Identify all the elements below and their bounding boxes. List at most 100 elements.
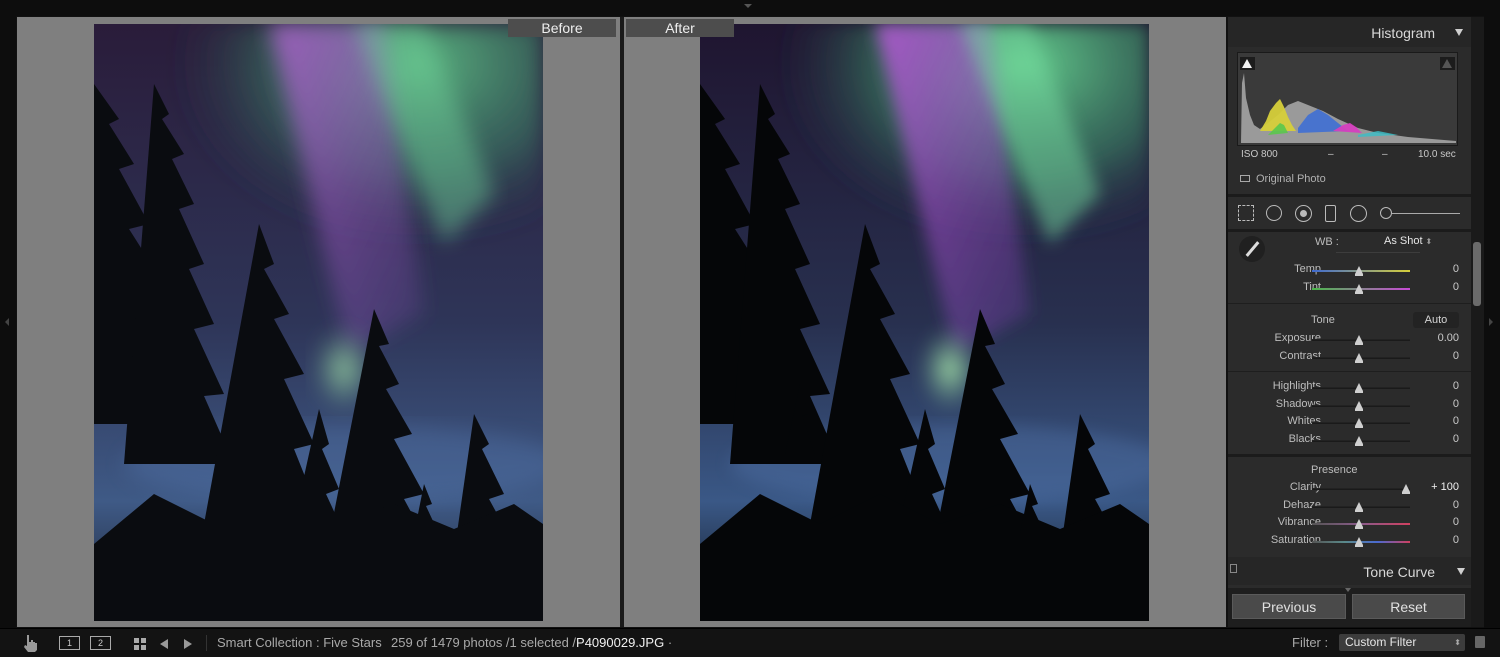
wb-label: WB : <box>1315 236 1339 248</box>
slider-value[interactable]: 0.00 <box>1438 332 1459 344</box>
aurora-photo-after <box>700 24 1149 621</box>
hand-pointer-icon[interactable] <box>22 634 38 652</box>
spot-removal-icon[interactable] <box>1266 205 1282 221</box>
tone-curve-title: Tone Curve <box>1363 564 1435 580</box>
graduated-filter-icon[interactable] <box>1325 205 1336 222</box>
expand-left-arrow-icon[interactable] <box>5 318 9 326</box>
slider-thumb[interactable] <box>1355 502 1363 512</box>
slider-value[interactable]: + 100 <box>1431 481 1459 493</box>
previous-button[interactable]: Previous <box>1232 594 1346 619</box>
collapse-bottom-arrow-icon[interactable] <box>1345 588 1351 592</box>
collapse-top-arrow-icon[interactable] <box>744 4 752 8</box>
slider-value[interactable]: 0 <box>1453 398 1459 410</box>
secondary-window-button[interactable]: 2 <box>90 636 111 650</box>
next-image-icon[interactable] <box>184 639 192 649</box>
collapse-right-arrow-icon[interactable] <box>1489 318 1493 326</box>
panel-button-bar: Previous Reset <box>1228 588 1471 627</box>
filter-select[interactable]: Custom Filter ⬍ <box>1339 634 1465 651</box>
current-filename: P4090029.JPG <box>576 635 665 650</box>
slider-thumb[interactable] <box>1355 436 1363 446</box>
wb-value: As Shot <box>1384 235 1423 247</box>
photo-count-label[interactable]: 259 of 1479 photos /1 selected /P4090029… <box>391 635 672 650</box>
original-photo-label: Original Photo <box>1256 173 1326 185</box>
slider-value[interactable]: 0 <box>1453 516 1459 528</box>
slider-label: Saturation <box>1270 534 1321 546</box>
tone-curve-header[interactable]: Tone Curve <box>1228 557 1471 585</box>
slider-thumb[interactable] <box>1402 484 1410 494</box>
slider-thumb[interactable] <box>1355 537 1363 547</box>
wb-select[interactable]: As Shot ⬍ <box>1384 235 1432 247</box>
slider-tint[interactable]: Tint 0 <box>1228 280 1471 297</box>
slider-label: Clarity <box>1289 481 1321 493</box>
slider-whites[interactable]: Whites 0 <box>1228 414 1471 431</box>
after-view[interactable]: After <box>624 17 1226 627</box>
slider-value[interactable]: 0 <box>1453 499 1459 511</box>
slider-blacks[interactable]: Blacks 0 <box>1228 432 1471 449</box>
slider-thumb[interactable] <box>1355 284 1363 294</box>
reset-button[interactable]: Reset <box>1352 594 1465 619</box>
histogram-graph[interactable] <box>1237 52 1458 146</box>
slider-highlights[interactable]: Highlights 0 <box>1228 379 1471 396</box>
top-panel-toggle-strip[interactable] <box>0 0 1500 16</box>
slider-label: Blacks <box>1288 433 1321 445</box>
slider-value[interactable]: 0 <box>1453 281 1459 293</box>
slider-thumb[interactable] <box>1355 353 1363 363</box>
before-view[interactable]: Before <box>17 17 620 627</box>
slider-label: Vibrance <box>1277 516 1321 528</box>
histogram-title: Histogram <box>1371 25 1435 41</box>
highlight-clipping-icon[interactable] <box>1440 57 1455 70</box>
tool-strip <box>1228 197 1471 229</box>
left-panel-toggle-strip[interactable] <box>0 16 16 628</box>
auto-tone-button[interactable]: Auto <box>1413 312 1459 328</box>
shadow-clipping-icon[interactable] <box>1240 57 1255 70</box>
histogram-shutter: 10.0 sec <box>1418 149 1456 160</box>
crop-overlay-icon[interactable] <box>1238 205 1254 221</box>
slider-temp[interactable]: Temp 0 <box>1228 262 1471 279</box>
slider-label: Contrast <box>1279 350 1321 362</box>
slider-value[interactable]: 0 <box>1453 380 1459 392</box>
slider-thumb[interactable] <box>1355 266 1363 276</box>
grid-view-icon[interactable] <box>134 638 146 650</box>
slider-saturation[interactable]: Saturation 0 <box>1228 533 1471 550</box>
slider-label: Tint <box>1303 281 1321 293</box>
histogram-header[interactable]: Histogram <box>1228 17 1471 47</box>
source-collection-label[interactable]: Smart Collection : Five Stars <box>217 635 382 650</box>
slider-exposure[interactable]: Exposure 0.00 <box>1228 331 1471 348</box>
filter-lock-icon[interactable] <box>1475 636 1485 648</box>
tone-curve-expand-icon[interactable] <box>1457 568 1465 575</box>
tone-title: Tone <box>1311 314 1335 326</box>
before-photo[interactable] <box>94 24 543 621</box>
histogram-collapse-icon[interactable] <box>1455 29 1463 36</box>
histogram-aperture: – <box>1382 149 1388 160</box>
slider-clarity[interactable]: Clarity + 100 <box>1228 480 1471 497</box>
slider-thumb[interactable] <box>1355 418 1363 428</box>
radial-filter-icon[interactable] <box>1350 205 1367 222</box>
tone-curve-toggle-icon[interactable] <box>1230 564 1237 573</box>
slider-thumb[interactable] <box>1355 401 1363 411</box>
slider-value[interactable]: 0 <box>1453 350 1459 362</box>
slider-vibrance[interactable]: Vibrance 0 <box>1228 515 1471 532</box>
photo-count-text: 259 of 1479 photos /1 selected / <box>391 635 577 650</box>
original-photo-toggle[interactable]: Original Photo <box>1240 173 1326 185</box>
main-window-button[interactable]: 1 <box>59 636 80 650</box>
red-eye-icon[interactable] <box>1295 205 1312 222</box>
slider-thumb[interactable] <box>1355 519 1363 529</box>
slider-value[interactable]: 0 <box>1453 433 1459 445</box>
slider-dehaze[interactable]: Dehaze 0 <box>1228 498 1471 515</box>
slider-value[interactable]: 0 <box>1453 534 1459 546</box>
slider-thumb[interactable] <box>1355 383 1363 393</box>
panel-scrollbar[interactable] <box>1471 17 1484 627</box>
panel-scrollbar-thumb[interactable] <box>1473 242 1481 306</box>
white-balance-picker-icon[interactable] <box>1239 236 1265 262</box>
wb-updown-icon: ⬍ <box>1425 237 1433 246</box>
original-photo-checkbox[interactable] <box>1240 175 1250 182</box>
slider-contrast[interactable]: Contrast 0 <box>1228 349 1471 366</box>
previous-image-icon[interactable] <box>160 639 168 649</box>
slider-value[interactable]: 0 <box>1453 415 1459 427</box>
slider-thumb[interactable] <box>1355 335 1363 345</box>
slider-label: Shadows <box>1275 398 1321 410</box>
slider-shadows[interactable]: Shadows 0 <box>1228 397 1471 414</box>
adjustment-brush-icon[interactable] <box>1380 205 1460 222</box>
after-photo[interactable] <box>700 24 1149 621</box>
slider-value[interactable]: 0 <box>1453 263 1459 275</box>
